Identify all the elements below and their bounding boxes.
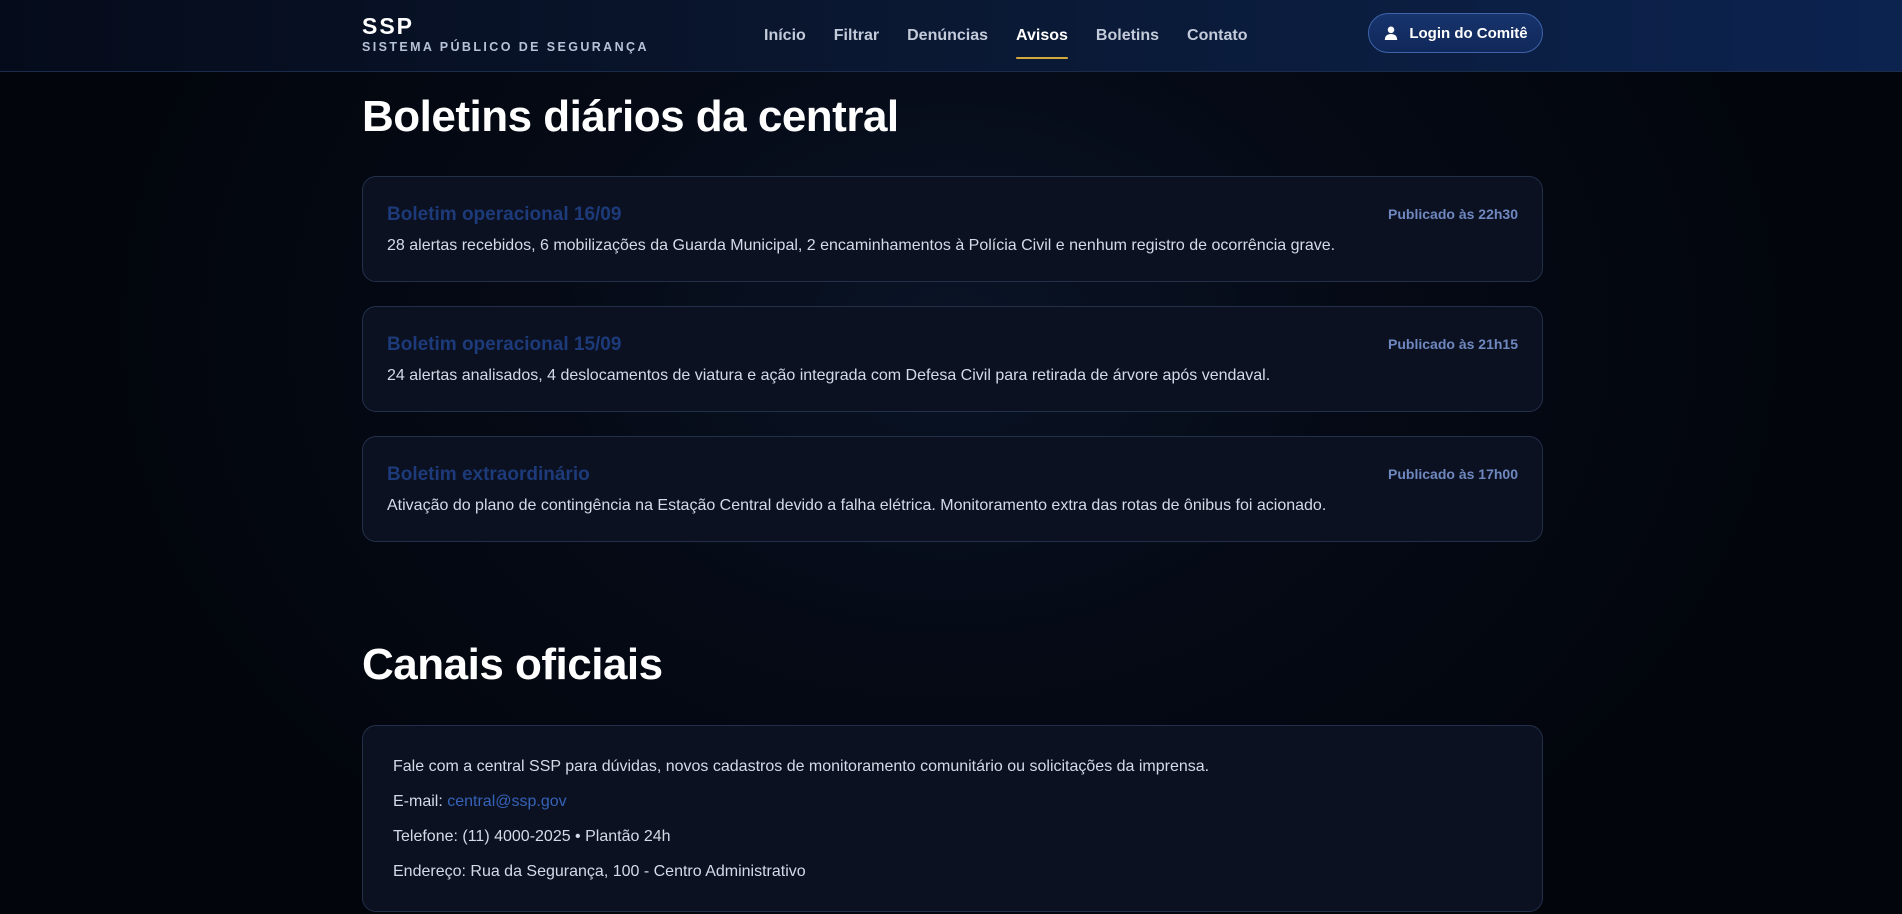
brand-subtitle: SISTEMA PÚBLICO DE SEGURANÇA (362, 40, 649, 54)
main-nav: Início Filtrar Denúncias Avisos Boletins… (764, 0, 1275, 72)
bulletin-published-time: Publicado às 21h15 (1388, 336, 1518, 352)
phone-line: Telefone: (11) 4000-2025 • Plantão 24h (393, 828, 671, 845)
user-icon (1383, 25, 1399, 41)
bulletin-card[interactable]: Boletim operacional 15/09 Publicado às 2… (362, 306, 1543, 412)
bulletin-title[interactable]: Boletim extraordinário (387, 464, 590, 486)
channels-intro: Fale com a central SSP para dúvidas, nov… (393, 758, 1210, 775)
nav-item-boletins[interactable]: Boletins (1096, 0, 1159, 72)
brand-logo[interactable]: SSP SISTEMA PÚBLICO DE SEGURANÇA (362, 13, 649, 55)
nav-item-denuncias[interactable]: Denúncias (907, 0, 988, 72)
brand-name: SSP (362, 13, 415, 39)
bulletin-published-time: Publicado às 22h30 (1388, 206, 1518, 222)
email-link[interactable]: central@ssp.gov (447, 793, 566, 810)
address-line: Endereço: Rua da Segurança, 100 - Centro… (393, 863, 806, 880)
bulletins-heading: Boletins diários da central (362, 92, 899, 141)
bulletin-body: Ativação do plano de contingência na Est… (387, 497, 1327, 514)
bulletin-body: 24 alertas analisados, 4 deslocamentos d… (387, 367, 1271, 384)
top-navigation-bar: SSP SISTEMA PÚBLICO DE SEGURANÇA Início … (0, 0, 1902, 72)
nav-item-contato[interactable]: Contato (1187, 0, 1247, 72)
bulletin-card[interactable]: Boletim operacional 16/09 Publicado às 2… (362, 176, 1543, 282)
nav-item-inicio[interactable]: Início (764, 0, 806, 72)
official-channels-card: Fale com a central SSP para dúvidas, nov… (362, 725, 1543, 912)
email-line: E-mail: central@ssp.gov (393, 793, 567, 811)
bulletin-title[interactable]: Boletim operacional 16/09 (387, 204, 621, 226)
channels-heading: Canais oficiais (362, 640, 663, 689)
bulletin-title[interactable]: Boletim operacional 15/09 (387, 334, 621, 356)
login-button-label: Login do Comitê (1409, 24, 1528, 42)
email-label: E-mail: (393, 793, 448, 810)
bulletin-card[interactable]: Boletim extraordinário Publicado às 17h0… (362, 436, 1543, 542)
bulletin-body: 28 alertas recebidos, 6 mobilizações da … (387, 237, 1336, 254)
nav-item-avisos[interactable]: Avisos (1016, 0, 1068, 72)
nav-item-filtrar[interactable]: Filtrar (834, 0, 879, 72)
bulletin-published-time: Publicado às 17h00 (1388, 466, 1518, 482)
login-committee-button[interactable]: Login do Comitê (1368, 13, 1543, 53)
